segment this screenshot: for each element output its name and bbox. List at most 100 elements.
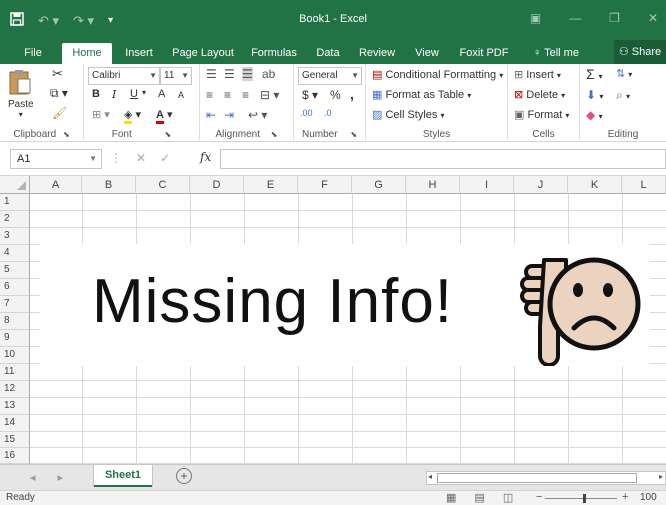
dialog-launcher-icon[interactable]: ⬊ [271,130,278,139]
align-bottom-icon[interactable]: ☰ [242,67,253,81]
row-header[interactable]: 10 [0,347,30,364]
format-cells-button[interactable]: ▣ Format ▾ [514,108,569,121]
column-header[interactable]: F [298,176,352,194]
tab-data[interactable]: Data [312,43,344,64]
fill-icon[interactable]: ⬇ ▾ [586,88,603,102]
borders-icon[interactable]: ⊞ ▾ [92,108,110,121]
zoom-slider-thumb[interactable] [583,494,586,503]
percent-button[interactable]: % [330,88,341,102]
row-header[interactable]: 4 [0,245,30,262]
column-header[interactable]: K [568,176,622,194]
increase-decimal-button[interactable]: .00 [300,108,313,118]
scroll-right-icon[interactable]: ▸ [659,472,663,481]
bold-button[interactable]: B [92,88,100,100]
decrease-indent-icon[interactable]: ⇤ [206,108,216,122]
underline-button[interactable]: U [130,88,138,100]
scroll-left-icon[interactable]: ◂ [428,472,432,481]
normal-view-icon[interactable]: ▦ [446,491,456,504]
decrease-decimal-button[interactable]: .0 [324,108,332,118]
zoom-out-icon[interactable]: − [536,491,542,503]
close-icon[interactable]: ✕ [648,11,658,25]
select-all-corner[interactable] [0,176,30,194]
row-header[interactable]: 2 [0,211,30,228]
row-header[interactable]: 13 [0,398,30,415]
column-header[interactable]: C [136,176,190,194]
column-header[interactable]: I [460,176,514,194]
column-header[interactable]: G [352,176,406,194]
horizontal-scrollbar[interactable]: ◂ ▸ [426,471,666,485]
find-select-icon[interactable]: ⌕ ▾ [616,88,630,103]
tab-review[interactable]: Review [356,43,398,64]
merge-center-icon[interactable]: ⊟ ▾ [260,88,279,102]
font-size-dropdown[interactable]: 11 ▼ [160,67,192,85]
orientation-icon[interactable]: ab [262,67,275,81]
row-header[interactable]: 7 [0,296,30,313]
add-sheet-icon[interactable]: + [176,468,192,484]
font-color-icon[interactable]: A ▾ [156,108,173,124]
align-top-icon[interactable]: ☰ [206,67,217,81]
increase-indent-icon[interactable]: ⇥ [224,108,234,122]
tab-view[interactable]: View [410,43,444,64]
italic-button[interactable]: I [112,88,116,101]
clear-icon[interactable]: ◆ ▾ [586,108,603,122]
dialog-launcher-icon[interactable]: ⬊ [165,130,172,139]
zoom-slider[interactable] [545,498,617,499]
row-header[interactable]: 5 [0,262,30,279]
row-header[interactable]: 15 [0,432,30,448]
tab-file[interactable]: File [18,43,48,64]
column-header[interactable]: J [514,176,568,194]
paste-button[interactable]: Paste ▾ [8,68,34,119]
name-box[interactable]: A1 ▼ [10,149,102,169]
number-format-dropdown[interactable]: General ▼ [298,67,362,85]
row-header[interactable]: 8 [0,313,30,330]
tab-home[interactable]: Home [62,43,112,64]
row-header[interactable]: 16 [0,448,30,464]
cut-icon[interactable]: ✂ [52,66,63,82]
tab-formulas[interactable]: Formulas [246,43,302,64]
font-name-dropdown[interactable]: Calibri ▼ [88,67,160,85]
minimize-icon[interactable]: — [569,11,581,25]
prev-sheet-icon[interactable]: ◂ [30,471,36,484]
zoom-in-icon[interactable]: + [622,491,628,503]
cancel-entry-icon[interactable]: ✕ [136,151,146,165]
delete-cells-button[interactable]: ⊠ Delete ▾ [514,88,565,101]
fill-color-icon[interactable]: ◈ ▾ [124,108,141,124]
row-header[interactable]: 1 [0,194,30,211]
align-right-icon[interactable]: ≡ [242,88,249,102]
zoom-level[interactable]: 100 [640,492,657,503]
column-header[interactable]: B [82,176,136,194]
column-header[interactable]: A [30,176,82,194]
formula-input[interactable] [220,149,666,169]
shrink-font-button[interactable]: A [178,90,184,100]
align-center-icon[interactable]: ≡ [224,88,231,102]
comma-button[interactable]: , [350,86,354,102]
copy-icon[interactable]: ⧉ ▾ [50,86,68,101]
dialog-launcher-icon[interactable]: ⬊ [350,130,357,139]
row-header[interactable]: 11 [0,364,30,381]
format-as-table-button[interactable]: ▦ Format as Table ▾ [372,88,471,101]
currency-button[interactable]: $ ▾ [302,88,318,102]
row-header[interactable]: 6 [0,279,30,296]
next-sheet-icon[interactable]: ▸ [58,471,64,484]
insert-function-button[interactable]: fx [200,150,211,164]
column-header[interactable]: H [406,176,460,194]
column-header[interactable]: L [622,176,666,194]
confirm-entry-icon[interactable]: ✓ [160,151,170,165]
column-header[interactable]: E [244,176,298,194]
ribbon-display-icon[interactable]: ▣ [530,11,541,25]
row-header[interactable]: 12 [0,381,30,398]
dialog-launcher-icon[interactable]: ⬊ [63,130,70,139]
conditional-formatting-button[interactable]: ▤ Conditional Formatting ▾ [372,68,503,81]
sort-filter-icon[interactable]: ⇅ ▾ [616,67,632,80]
page-layout-view-icon[interactable]: ▤ [474,491,484,504]
insert-cells-button[interactable]: ⊞ Insert ▾ [514,68,561,81]
cell-styles-button[interactable]: ▨ Cell Styles ▾ [372,108,445,121]
wrap-text-icon[interactable]: ↩ ▾ [248,108,267,122]
tab-page-layout[interactable]: Page Layout [170,43,236,64]
sheet-tab[interactable]: Sheet1 [94,465,152,487]
format-painter-icon[interactable]: 🖌 [52,106,67,120]
scroll-thumb[interactable] [437,473,637,483]
align-left-icon[interactable]: ≡ [206,88,213,102]
tab-insert[interactable]: Insert [120,43,158,64]
autosum-icon[interactable]: Σ ▾ [586,66,603,82]
